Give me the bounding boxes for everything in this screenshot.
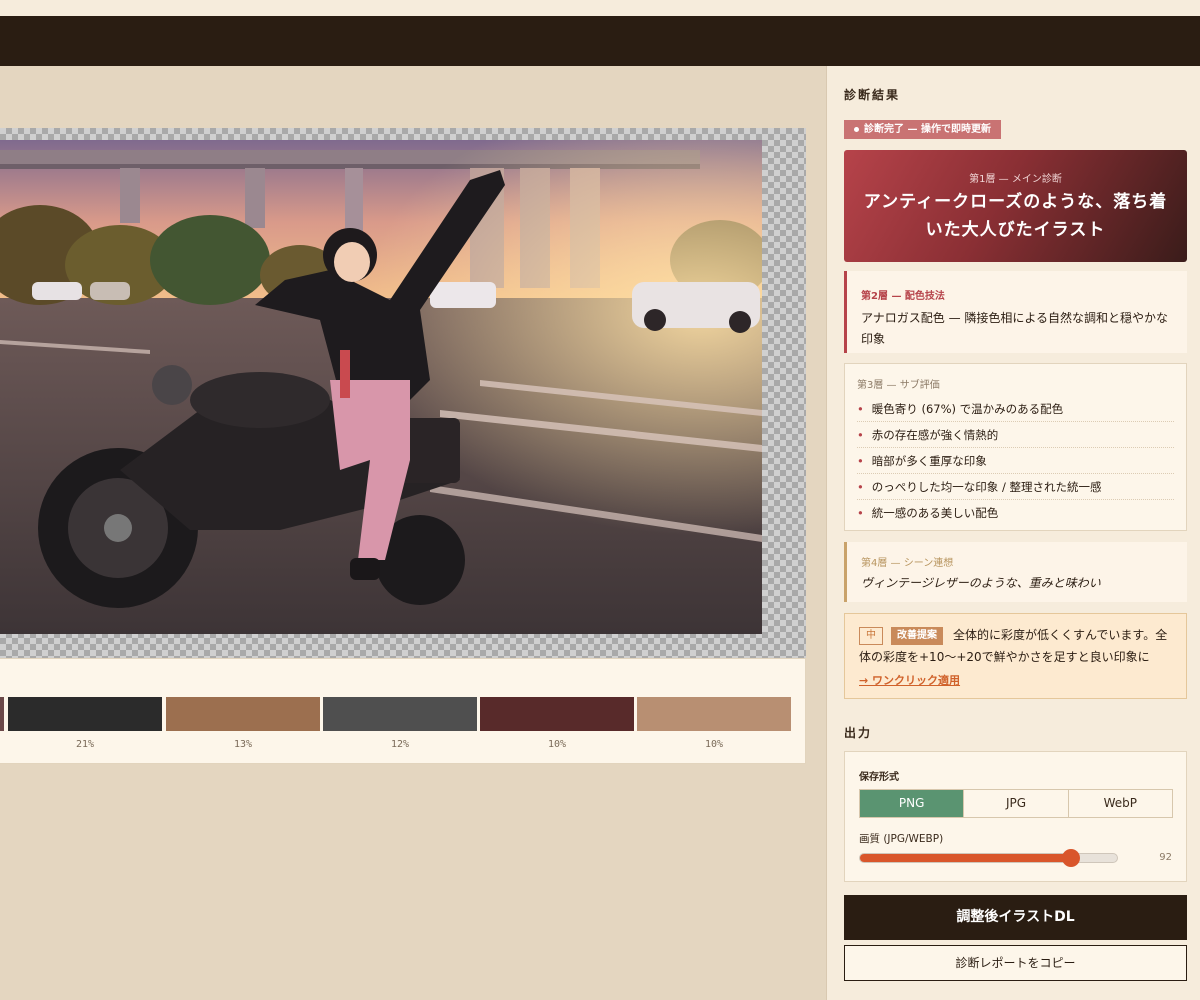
layer2-color-technique: 第2層 — 配色技法 アナロガス配色 — 隣接色相による自然な調和と穏やかな印象 — [844, 271, 1187, 353]
layer4-text: ヴィンテージレザーのような、重みと味わい — [861, 576, 1101, 590]
layer1-main-diagnosis: 第1層 — メイン診断 アンティークローズのような、落ち着いた大人びたイラスト — [844, 150, 1187, 262]
layer1-text: アンティークローズのような、落ち着いた大人びたイラスト — [863, 192, 1168, 240]
output-title: 出力 — [844, 726, 873, 740]
download-button[interactable]: 調整後イラストDL — [844, 895, 1187, 940]
list-item: • 暗部が多く重厚な印象 — [857, 448, 1174, 474]
layer3-sub-evaluation: 第3層 — サブ評価 • 暖色寄り (67%) で温かみのある配色 • 赤の存在感が… — [844, 363, 1187, 531]
format-option-jpg[interactable]: JPG — [964, 790, 1069, 817]
palette-percent-4: 12% — [390, 739, 410, 750]
list-item: • 暖色寄り (67%) で温かみのある配色 — [857, 396, 1174, 422]
quality-label: 画質 (JPG/WEBP) — [859, 833, 944, 845]
palette-swatch-1[interactable] — [0, 697, 4, 731]
severity-badge: 中 — [859, 627, 883, 645]
bullet-icon: • — [857, 480, 864, 494]
quality-value: 92 — [1159, 852, 1172, 863]
improvement-suggestion: 中改善提案 全体的に彩度が低くくすんでいます。全体の彩度を+10〜+20で鮮やかさ… — [844, 613, 1187, 699]
bullet-icon: • — [857, 402, 864, 416]
bullet-icon: • — [857, 454, 864, 468]
format-option-webp[interactable]: WebP — [1069, 790, 1172, 817]
image-preview-area — [0, 128, 806, 712]
layer3-label: 第3層 — サブ評価 — [857, 380, 940, 391]
suggestion-badge: 改善提案 — [891, 627, 943, 645]
main-workspace: 21% 13% 12% 10% 10% — [0, 66, 826, 1000]
color-palette: 21% 13% 12% 10% 10% — [0, 658, 806, 764]
copy-report-button[interactable]: 診断レポートをコピー — [844, 945, 1187, 981]
bullet-icon: • — [857, 428, 864, 442]
layer2-label: 第2層 — 配色技法 — [861, 291, 945, 302]
palette-swatch-3[interactable] — [166, 697, 320, 731]
palette-swatch-6[interactable] — [637, 697, 791, 731]
one-click-apply-link[interactable]: → ワンクリック適用 — [859, 672, 960, 688]
layer4-label: 第4層 — シーン連想 — [861, 558, 954, 569]
illustration-image — [0, 140, 762, 634]
output-settings: 保存形式 PNG JPG WebP 画質 (JPG/WEBP) 92 — [844, 751, 1187, 882]
status-dot-icon — [854, 126, 859, 132]
list-item: • 赤の存在感が強く情熱的 — [857, 422, 1174, 448]
illustration-preview — [0, 140, 762, 634]
quality-slider-handle[interactable] — [1062, 849, 1080, 867]
palette-swatch-4[interactable] — [323, 697, 477, 731]
top-bar — [0, 16, 1200, 66]
palette-swatch-2[interactable] — [8, 697, 162, 731]
list-item: • 統一感のある美しい配色 — [857, 506, 999, 520]
list-item: • のっぺりした均一な印象 / 整理された統一感 — [857, 474, 1174, 500]
diagnosis-title: 診断結果 — [844, 88, 901, 102]
layer1-label: 第1層 — メイン診断 — [969, 174, 1062, 185]
format-selector: PNG JPG WebP — [859, 789, 1173, 818]
palette-percent-6: 10% — [704, 739, 724, 750]
diagnosis-sidebar: 診断結果 診断完了 — 操作で即時更新 第1層 — メイン診断 アンティークロー… — [826, 66, 1200, 1000]
quality-slider-fill — [860, 854, 1071, 862]
palette-percent-2: 21% — [75, 739, 95, 750]
format-label: 保存形式 — [859, 772, 899, 783]
status-badge: 診断完了 — 操作で即時更新 — [844, 120, 1001, 139]
palette-percent-3: 13% — [233, 739, 253, 750]
palette-swatch-5[interactable] — [480, 697, 634, 731]
palette-percent-5: 10% — [547, 739, 567, 750]
layer4-scene-association: 第4層 — シーン連想 ヴィンテージレザーのような、重みと味わい — [844, 542, 1187, 602]
layer2-text: アナロガス配色 — 隣接色相による自然な調和と穏やかな印象 — [861, 311, 1169, 346]
sub-evaluation-list: • 暖色寄り (67%) で温かみのある配色 • 赤の存在感が強く情熱的 • 暗部が多… — [857, 396, 1174, 526]
bullet-icon: • — [857, 506, 864, 520]
format-option-png[interactable]: PNG — [860, 790, 965, 817]
status-text: 診断完了 — 操作で即時更新 — [864, 124, 991, 135]
quality-slider[interactable] — [859, 849, 1118, 867]
